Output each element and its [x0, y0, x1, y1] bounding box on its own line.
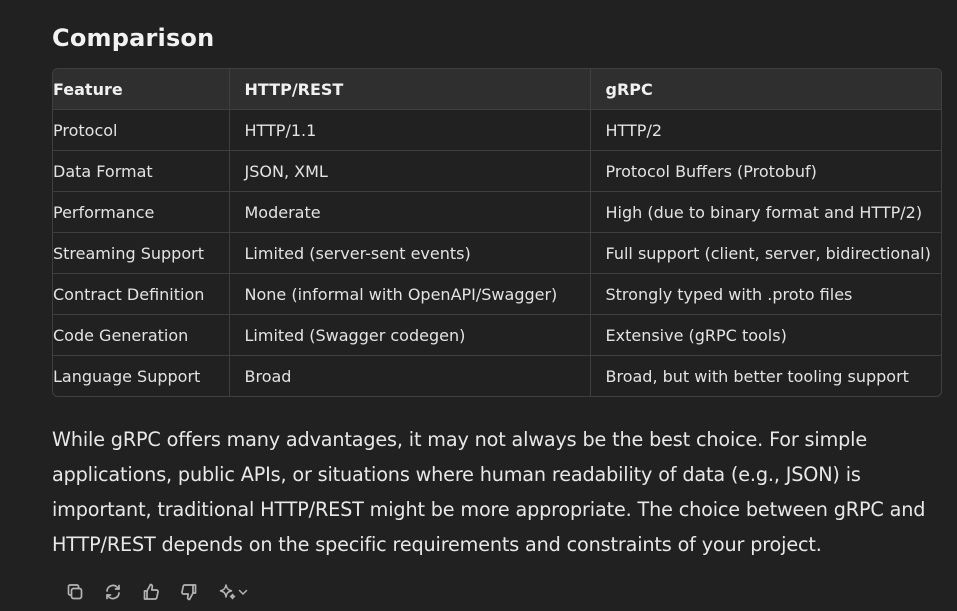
message-actions — [63, 578, 251, 606]
cell-feature: Streaming Support — [53, 232, 230, 274]
regenerate-button[interactable] — [101, 580, 125, 604]
thumbs-up-button[interactable] — [139, 580, 163, 604]
cell-http-rest: HTTP/1.1 — [229, 109, 591, 151]
thumbs-up-icon — [143, 583, 159, 600]
cell-feature: Protocol — [53, 109, 230, 151]
header-grpc: gRPC — [590, 69, 941, 110]
cell-http-rest: None (informal with OpenAPI/Swagger) — [229, 273, 591, 315]
comparison-table: Feature HTTP/REST gRPC Protocol HTTP/1.1… — [52, 68, 942, 397]
cell-grpc: Full support (client, server, bidirectio… — [590, 232, 941, 274]
cell-http-rest: Limited (server-sent events) — [229, 232, 591, 274]
cell-grpc: Protocol Buffers (Protobuf) — [590, 150, 941, 192]
table-header-row: Feature HTTP/REST gRPC — [53, 69, 941, 110]
thumbs-down-icon — [181, 584, 197, 601]
regenerate-icon — [106, 584, 120, 600]
chat-response: Comparison Feature HTTP/REST gRPC Protoc… — [0, 0, 957, 611]
header-http-rest: HTTP/REST — [229, 69, 591, 110]
copy-button[interactable] — [63, 580, 87, 604]
sparkle-icon — [219, 584, 236, 600]
cell-grpc: Broad, but with better tooling support — [605, 366, 909, 386]
summary-paragraph: While gRPC offers many advantages, it ma… — [52, 428, 926, 556]
copy-icon — [67, 584, 83, 600]
cell-grpc: HTTP/2 — [590, 109, 941, 151]
cell-feature: Contract Definition — [53, 273, 230, 315]
chevron-down-icon — [238, 589, 248, 595]
cell-feature: Code Generation — [53, 314, 230, 356]
cell-feature: Performance — [53, 191, 230, 233]
table-row: Code Generation Limited (Swagger codegen… — [53, 314, 941, 356]
cell-http-rest: Moderate — [229, 191, 591, 233]
header-feature: Feature — [53, 69, 230, 110]
table-row: Protocol HTTP/1.1 HTTP/2 — [53, 109, 941, 151]
cell-feature: Language Support — [53, 355, 230, 396]
cell-http-rest: JSON, XML — [229, 150, 591, 192]
cell-http-rest: Limited (Swagger codegen) — [229, 314, 591, 356]
cell-feature: Data Format — [53, 150, 230, 192]
table-row: Performance Moderate High (due to binary… — [53, 191, 941, 233]
table-row: Data Format JSON, XML Protocol Buffers (… — [53, 150, 941, 192]
thumbs-down-button[interactable] — [177, 580, 201, 604]
cell-grpc: High (due to binary format and HTTP/2) — [590, 191, 941, 233]
model-switcher-button[interactable] — [215, 580, 251, 604]
cell-grpc: Strongly typed with .proto files — [590, 273, 941, 315]
cell-http-rest: Broad — [229, 355, 591, 396]
section-heading: Comparison — [52, 24, 215, 52]
table-row: Streaming Support Limited (server-sent e… — [53, 232, 941, 274]
table-row: Language Support Broad Broad, but with b… — [53, 355, 941, 396]
cell-grpc: Extensive (gRPC tools) — [590, 314, 941, 356]
table-row: Contract Definition None (informal with … — [53, 273, 941, 315]
